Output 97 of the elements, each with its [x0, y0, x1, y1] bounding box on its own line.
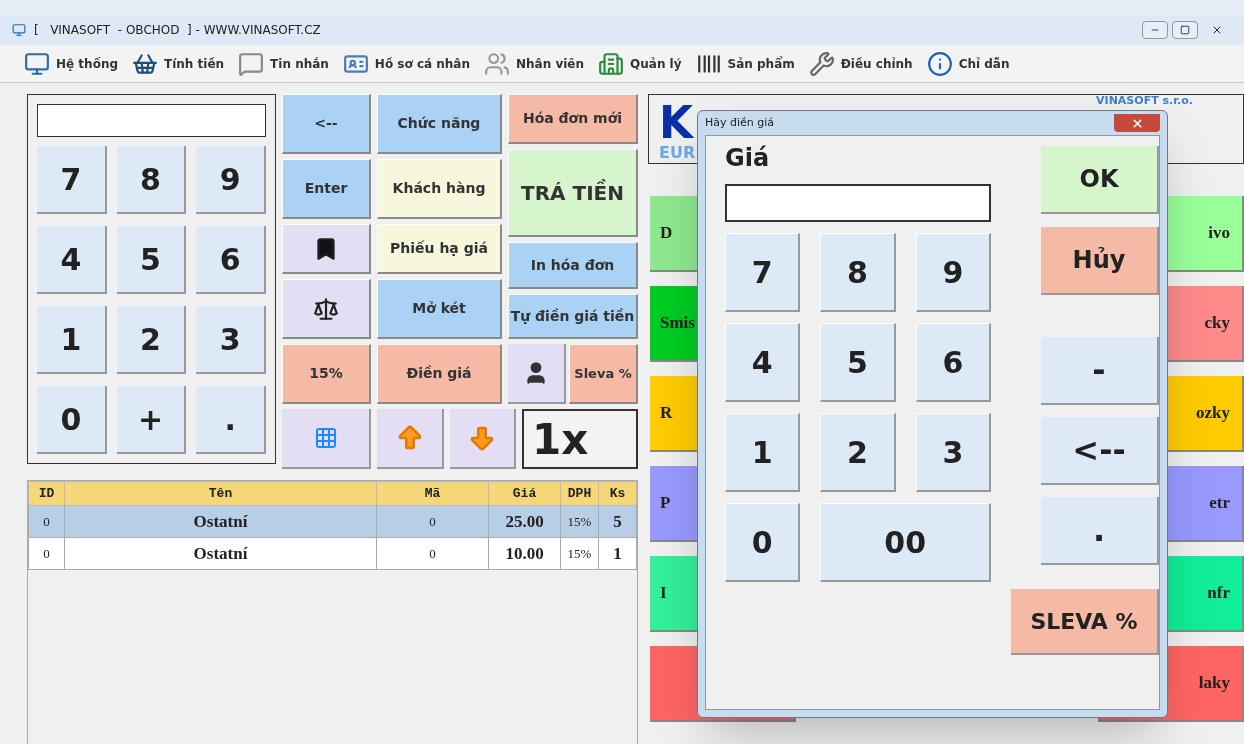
- dialog-key[interactable]: -: [1041, 337, 1159, 405]
- function-button[interactable]: Điền giá: [377, 344, 502, 404]
- toolbar-button[interactable]: Sản phẩm: [695, 50, 795, 77]
- app-icon: [12, 23, 26, 37]
- function-button[interactable]: Hóa đơn mới: [508, 94, 638, 144]
- table-cell: 25.00: [488, 505, 561, 538]
- function-button[interactable]: In hóa đơn: [508, 242, 638, 289]
- info-icon: [926, 50, 953, 77]
- table-cell: 1: [598, 537, 637, 570]
- toolbar-button[interactable]: Quản lý: [598, 50, 682, 77]
- dialog-key[interactable]: 0: [725, 503, 801, 582]
- dialog-key[interactable]: 1: [725, 413, 801, 492]
- dialog-key[interactable]: 8: [820, 233, 896, 312]
- keypad-key[interactable]: +: [116, 386, 187, 454]
- monitor-icon: [24, 50, 50, 77]
- scale-button[interactable]: [282, 279, 371, 339]
- keypad-key[interactable]: 3: [196, 306, 266, 374]
- function-button[interactable]: 15%: [282, 344, 371, 404]
- table-cell: 15%: [560, 537, 599, 570]
- maximize-icon: [1180, 25, 1190, 35]
- dialog-key[interactable]: 4: [725, 323, 801, 402]
- table-cell: 15%: [560, 505, 599, 538]
- keypad-key[interactable]: 6: [196, 226, 266, 294]
- function-button[interactable]: Enter: [282, 159, 371, 219]
- function-button[interactable]: Mở két: [377, 279, 502, 339]
- dialog-key[interactable]: 9: [915, 233, 991, 312]
- close-icon: [1211, 24, 1223, 36]
- dialog-key[interactable]: 5: [820, 323, 896, 402]
- table-cell: 0: [376, 537, 489, 570]
- building-icon: [598, 50, 625, 77]
- toolbar-button[interactable]: Tính tiền: [132, 50, 225, 77]
- maximize-button[interactable]: [1172, 21, 1198, 39]
- table-cell: 5: [598, 505, 637, 538]
- column-header: Giá: [488, 481, 561, 506]
- toolbar-button[interactable]: Chỉ dẫn: [926, 50, 1010, 77]
- dialog-key[interactable]: 7: [725, 233, 801, 312]
- column-header: Ks: [598, 481, 637, 506]
- keypad-key[interactable]: 2: [116, 306, 187, 374]
- keypad-key[interactable]: 4: [37, 226, 107, 294]
- grid-button[interactable]: [282, 409, 371, 469]
- toolbar-button[interactable]: Tin nhắn: [238, 50, 329, 77]
- toolbar-button[interactable]: Điều chỉnh: [808, 50, 913, 77]
- window-title: [ VINASOFT - OBCHOD ] - WWW.VINASOFT.CZ: [34, 22, 321, 39]
- user-button[interactable]: [508, 344, 566, 404]
- column-header: DPH: [560, 481, 599, 506]
- dialog-key[interactable]: <--: [1041, 417, 1159, 485]
- speech-bubble-icon: [238, 50, 265, 77]
- table-cell: Ostatní: [64, 505, 377, 538]
- function-button[interactable]: TRÁ TIỀN: [508, 149, 638, 237]
- table-cell: 10.00: [488, 537, 561, 570]
- table-cell: 0: [28, 505, 65, 538]
- function-button[interactable]: Sleva %: [569, 344, 638, 404]
- keypad-key[interactable]: 8: [116, 146, 187, 214]
- scale-icon: [313, 295, 339, 322]
- keypad-key[interactable]: 0: [37, 386, 107, 454]
- cancel-button[interactable]: Hủy: [1041, 227, 1159, 295]
- table-cell: 0: [28, 537, 65, 570]
- dialog-key[interactable]: 00: [820, 503, 991, 582]
- function-button[interactable]: Khách hàng: [377, 159, 502, 219]
- currency-label: K: [659, 101, 694, 145]
- function-button[interactable]: Chức năng: [377, 94, 502, 154]
- quantity-display: 1x: [522, 409, 638, 469]
- table-row[interactable]: 0 Ostatní 0 25.00 15% 5: [28, 505, 637, 538]
- toolbar-button[interactable]: Hệ thống: [24, 50, 118, 77]
- table-row[interactable]: 0 Ostatní 0 10.00 15% 1: [28, 537, 637, 570]
- ok-button[interactable]: OK: [1041, 146, 1159, 214]
- dialog-title: Hãy điền giá: [705, 114, 775, 131]
- company-label: VINASOFT s.r.o.: [1096, 95, 1193, 106]
- keypad-key[interactable]: 7: [37, 146, 107, 214]
- function-button[interactable]: Phiếu hạ giá: [377, 224, 502, 274]
- bookmark-button[interactable]: [282, 224, 371, 274]
- discount-button[interactable]: SLEVA %: [1011, 589, 1159, 655]
- column-header: Mã: [376, 481, 489, 506]
- subcurrency-label: EUR: [659, 145, 696, 161]
- wrench-icon: [808, 50, 835, 77]
- grid-icon: [313, 426, 338, 450]
- function-button[interactable]: Tự điền giá tiền: [508, 294, 638, 339]
- toolbar-button[interactable]: Hồ sơ cá nhân: [342, 50, 470, 77]
- people-icon: [484, 50, 510, 77]
- column-header: Tên: [64, 481, 377, 506]
- price-input[interactable]: [725, 184, 991, 222]
- keypad-key[interactable]: .: [196, 386, 266, 454]
- dialog-key[interactable]: 6: [915, 323, 991, 402]
- input-field[interactable]: [37, 104, 266, 137]
- keypad-key[interactable]: 9: [196, 146, 266, 214]
- toolbar-button[interactable]: Nhân viên: [484, 50, 585, 77]
- column-header: ID: [28, 481, 65, 506]
- table-cell: Ostatní: [64, 537, 377, 570]
- dialog-key[interactable]: 3: [915, 413, 991, 492]
- table-cell: 0: [376, 505, 489, 538]
- dialog-key[interactable]: 2: [820, 413, 896, 492]
- keypad-key[interactable]: 5: [116, 226, 187, 294]
- close-icon: [1130, 116, 1144, 130]
- keypad-key[interactable]: 1: [37, 306, 107, 374]
- dialog-key[interactable]: .: [1041, 497, 1159, 565]
- field-label: Giá: [725, 146, 771, 174]
- function-button[interactable]: <--: [282, 94, 371, 154]
